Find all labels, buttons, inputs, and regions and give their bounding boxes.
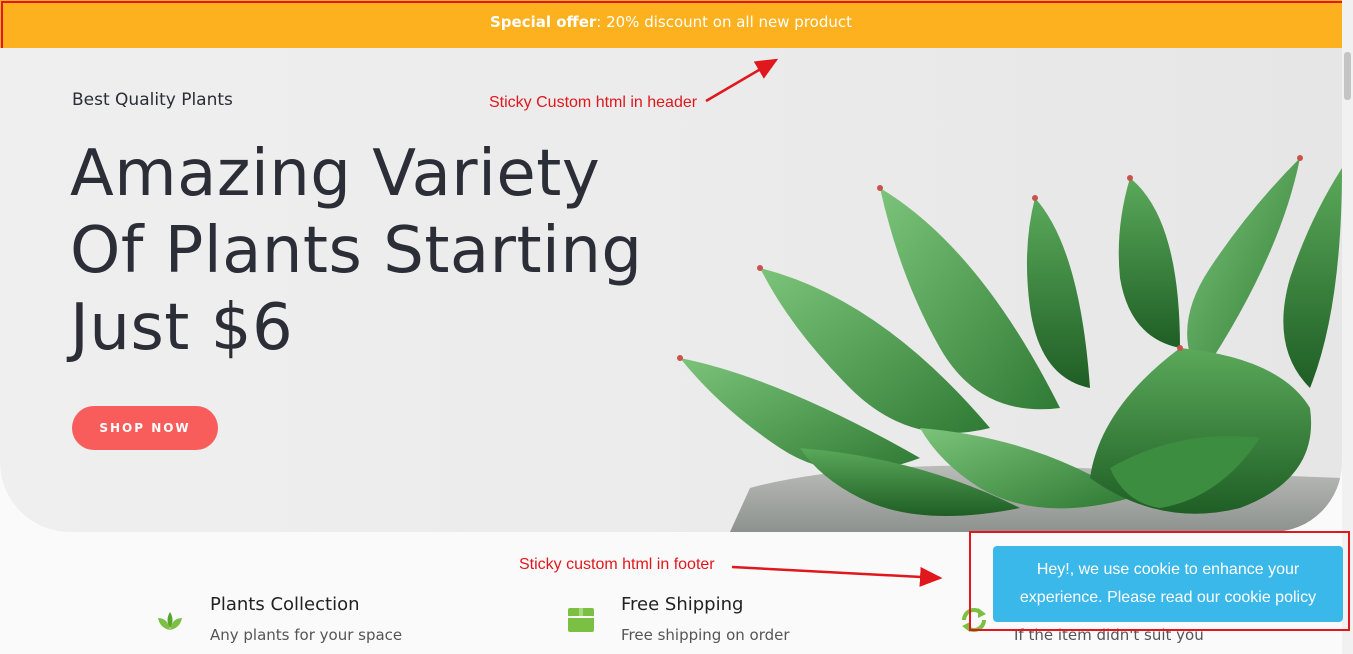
hero-title-line: Just $6: [70, 291, 294, 365]
offer-label: Special offer: [490, 13, 597, 31]
feature-description: If the item didn't suit you: [1014, 626, 1204, 644]
header-annotation-label: Sticky Custom html in header: [489, 94, 698, 111]
cookie-text-line: Hey!, we use cookie to enhance your: [1036, 561, 1300, 578]
footer-annotation-arrow: [731, 565, 943, 587]
cookie-text-line: experience. Please read our cookie polic…: [1019, 589, 1317, 606]
box-icon: [568, 608, 594, 632]
feature-title: Plants Collection: [210, 594, 360, 615]
feature-description: Any plants for your space: [210, 626, 403, 644]
shop-now-button[interactable]: SHOP NOW: [72, 406, 218, 450]
cookie-notice[interactable]: Hey!, we use cookie to enhance your expe…: [993, 546, 1343, 622]
hero-eyebrow: Best Quality Plants: [72, 90, 233, 110]
page-scrollbar[interactable]: [1342, 0, 1353, 654]
refresh-icon: [962, 608, 986, 632]
hero-title: Amazing Variety Of Plants Starting Just …: [70, 136, 670, 367]
scrollbar-thumb[interactable]: [1344, 52, 1351, 100]
feature-description: Free shipping on order: [621, 626, 790, 644]
hero-banner: Best Quality Plants Amazing Variety Of P…: [0, 48, 1342, 532]
feature-title: Free Shipping: [621, 594, 744, 615]
succulent-plant-image: [677, 155, 1342, 532]
hero-title-line: Amazing Variety: [70, 137, 601, 211]
special-offer-bar: Special offer: 20% discount on all new p…: [0, 0, 1342, 48]
offer-text: : 20% discount on all new product: [596, 13, 852, 31]
leaf-icon: [158, 612, 182, 630]
hero-title-line: Of Plants Starting: [70, 214, 643, 288]
footer-annotation-label: Sticky custom html in footer: [519, 556, 715, 573]
